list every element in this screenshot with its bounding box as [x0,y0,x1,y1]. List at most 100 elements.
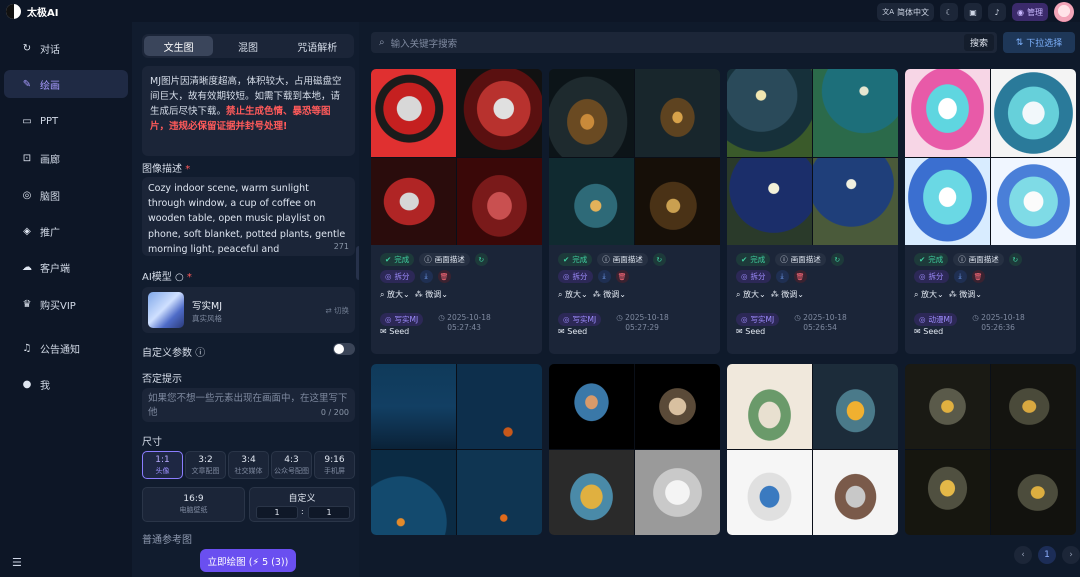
delete-icon[interactable]: 🗑 [793,270,807,283]
image-thumb[interactable] [457,69,542,157]
filter-dropdown[interactable]: ⇅ 下拉选择 [1003,32,1075,53]
seed-button[interactable]: ✉ Seed [914,327,943,336]
image-thumb[interactable] [635,157,720,245]
custom-params-toggle[interactable] [333,343,355,355]
image-thumb[interactable] [457,450,542,535]
image-card[interactable] [727,364,898,535]
sidebar-item-paint[interactable]: ✎ 绘画 [4,70,128,98]
image-thumb[interactable] [813,157,898,245]
image-card[interactable] [371,364,542,535]
gift-button[interactable]: ▣ [964,3,983,21]
logo[interactable]: 太极AI [6,3,58,19]
image-thumb[interactable] [813,450,898,535]
sidebar-item-client[interactable]: ☁ 客户端 [4,253,128,281]
avatar[interactable] [1054,2,1074,22]
image-thumb[interactable] [905,69,990,157]
search-button[interactable]: 搜索 [963,34,994,51]
download-icon[interactable]: ⤓ [419,270,433,283]
theme-toggle-button[interactable]: ☾ [940,3,959,21]
zoom-dropdown[interactable]: ⌕ 放大⌄ [914,289,944,300]
image-thumb[interactable] [905,450,990,535]
ratio-option[interactable]: 9:16 手机屏 [314,451,355,479]
download-icon[interactable]: ⤓ [775,270,789,283]
seed-button[interactable]: ✉ Seed [380,327,409,336]
split-button[interactable]: ◎ 拆分 [736,270,771,283]
seed-button[interactable]: ✉ Seed [558,327,587,336]
ratio-option[interactable]: 1:1 头像 [142,451,183,479]
language-button[interactable]: 文A 简体中文 [877,3,935,21]
image-thumb[interactable] [727,450,812,535]
ratio-option[interactable]: 3:2 文章配图 [185,451,226,479]
image-thumb[interactable] [549,157,634,245]
image-thumb[interactable] [991,364,1076,449]
describe-button[interactable]: ⓘ 画面描述 [419,253,470,266]
sidebar-item-mindmap[interactable]: ◎ 脑图 [4,181,128,209]
image-card[interactable] [905,364,1076,535]
image-thumb[interactable] [549,69,634,157]
delete-icon[interactable]: 🗑 [615,270,629,283]
image-thumb[interactable] [635,69,720,157]
seed-button[interactable]: ✉ Seed [736,327,765,336]
refresh-icon[interactable]: ↻ [830,253,844,266]
model-selector[interactable]: 写实MJ 真实风格 ⇄ 切换 [142,287,355,333]
vary-dropdown[interactable]: ⁂ 微调⌄ [949,289,982,300]
sidebar-item-gallery[interactable]: ⊡ 画廊 [4,144,128,172]
custom-width-input[interactable]: 1 [256,506,298,519]
image-thumb[interactable] [727,364,812,449]
ratio-option[interactable]: 3:4 社交媒体 [228,451,269,479]
image-thumb[interactable] [635,364,720,449]
model-switch-button[interactable]: ⇄ 切换 [325,305,349,316]
tab-text-to-image[interactable]: 文生图 [144,36,214,56]
image-thumb[interactable] [457,364,542,449]
refresh-icon[interactable]: ↻ [1008,253,1022,266]
image-thumb[interactable] [813,69,898,157]
next-page-button[interactable]: › [1062,546,1080,564]
sidebar-item-ppt[interactable]: ▭ PPT [4,107,128,135]
image-card[interactable]: ✔ 完成 ⓘ 画面描述 ↻ ◎ 拆分 ⤓ 🗑 ⌕ 放大⌄ ⁂ 微调⌄ ◎ 写实MJ ◷ … [549,69,720,354]
image-thumb[interactable] [991,450,1076,535]
zoom-dropdown[interactable]: ⌕ 放大⌄ [558,289,588,300]
refresh-icon[interactable]: ↻ [474,253,488,266]
image-thumb[interactable] [727,69,812,157]
split-button[interactable]: ◎ 拆分 [558,270,593,283]
split-button[interactable]: ◎ 拆分 [914,270,949,283]
delete-icon[interactable]: 🗑 [437,270,451,283]
download-icon[interactable]: ⤓ [597,270,611,283]
describe-button[interactable]: ⓘ 画面描述 [953,253,1004,266]
sidebar-item-notice[interactable]: ♫ 公告通知 [4,334,128,362]
split-button[interactable]: ◎ 拆分 [380,270,415,283]
image-thumb[interactable] [727,157,812,245]
sidebar-item-chat[interactable]: ↻ 对话 [4,34,128,62]
tab-describe[interactable]: 咒语解析 [283,36,352,56]
image-thumb[interactable] [813,364,898,449]
describe-button[interactable]: ⓘ 画面描述 [597,253,648,266]
image-thumb[interactable] [371,69,456,157]
image-thumb[interactable] [457,157,542,245]
sidebar-item-promote[interactable]: ◈ 推广 [4,217,128,245]
search-input[interactable]: 输入关键字搜索 [391,36,964,50]
prev-page-button[interactable]: ‹ [1014,546,1032,564]
negative-prompt-input[interactable]: 如果您不想一些元素出现在画面中，在这里写下他 0 / 200 [142,388,355,422]
image-thumb[interactable] [635,450,720,535]
refresh-icon[interactable]: ↻ [652,253,666,266]
image-card[interactable]: ✔ 完成 ⓘ 画面描述 ↻ ◎ 拆分 ⤓ 🗑 ⌕ 放大⌄ ⁂ 微调⌄ ◎ 动漫MJ ◷ … [905,69,1076,354]
zoom-dropdown[interactable]: ⌕ 放大⌄ [736,289,766,300]
collapse-sidebar-icon[interactable]: ☰ [12,556,22,569]
image-thumb[interactable] [905,157,990,245]
image-thumb[interactable] [549,364,634,449]
image-thumb[interactable] [549,450,634,535]
image-thumb[interactable] [905,364,990,449]
sidebar-item-vip[interactable]: ♛ 购买VIP [4,290,128,318]
vary-dropdown[interactable]: ⁂ 微调⌄ [415,289,448,300]
download-icon[interactable]: ⤓ [953,270,967,283]
ratio-option[interactable]: 4:3 公众号配图 [271,451,312,479]
image-card[interactable]: ✔ 完成 ⓘ 画面描述 ↻ ◎ 拆分 ⤓ 🗑 ⌕ 放大⌄ ⁂ 微调⌄ ◎ 写实MJ ◷ … [371,69,542,354]
custom-height-input[interactable]: 1 [308,506,350,519]
image-thumb[interactable] [371,364,456,449]
image-thumb[interactable] [991,157,1076,245]
image-thumb[interactable] [371,157,456,245]
image-card[interactable] [549,364,720,535]
zoom-dropdown[interactable]: ⌕ 放大⌄ [380,289,410,300]
vary-dropdown[interactable]: ⁂ 微调⌄ [593,289,626,300]
notification-button[interactable]: ♪ [988,3,1007,21]
